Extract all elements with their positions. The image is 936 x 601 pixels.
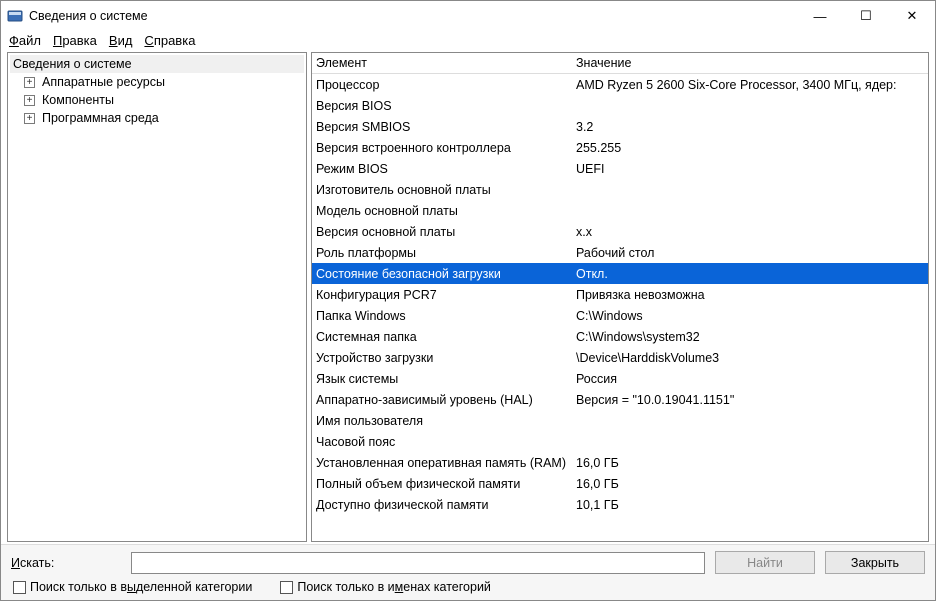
chk-selected-category-only[interactable]: Поиск только в выделенной категории — [13, 580, 252, 594]
window-title: Сведения о системе — [29, 9, 797, 23]
list-row[interactable]: Изготовитель основной платы — [312, 179, 928, 200]
tree-pane: Сведения о системе + Аппаратные ресурсы … — [7, 52, 307, 542]
list-row[interactable]: ПроцессорAMD Ryzen 5 2600 Six-Core Proce… — [312, 74, 928, 95]
list-row[interactable]: Состояние безопасной загрузкиОткл. — [312, 263, 928, 284]
cell-element: Изготовитель основной платы — [312, 183, 572, 197]
cell-value: 255.255 — [572, 141, 928, 155]
list-row[interactable]: Язык системыРоссия — [312, 368, 928, 389]
cell-element: Версия BIOS — [312, 99, 572, 113]
tree-item-components[interactable]: + Компоненты — [10, 91, 304, 109]
cell-element: Режим BIOS — [312, 162, 572, 176]
close-button[interactable]: ✕ — [889, 1, 935, 31]
titlebar: Сведения о системе — ☐ ✕ — [1, 1, 935, 31]
cell-value: 16,0 ГБ — [572, 456, 928, 470]
cell-value: UEFI — [572, 162, 928, 176]
cell-element: Версия SMBIOS — [312, 120, 572, 134]
tree-item-software-environment[interactable]: + Программная среда — [10, 109, 304, 127]
cell-value: x.x — [572, 225, 928, 239]
cell-element: Язык системы — [312, 372, 572, 386]
expand-icon[interactable]: + — [24, 95, 35, 106]
cell-element: Процессор — [312, 78, 572, 92]
expand-icon[interactable]: + — [24, 113, 35, 124]
tree-root-system-summary[interactable]: Сведения о системе — [10, 55, 304, 73]
details-header: Элемент Значение — [312, 53, 928, 74]
list-row[interactable]: Модель основной платы — [312, 200, 928, 221]
menu-file[interactable]: Файл — [9, 33, 41, 48]
tree: Сведения о системе + Аппаратные ресурсы … — [10, 55, 304, 127]
list-row[interactable]: Установленная оперативная память (RAM)16… — [312, 452, 928, 473]
minimize-button[interactable]: — — [797, 1, 843, 31]
search-input[interactable] — [131, 552, 705, 574]
cell-element: Установленная оперативная память (RAM) — [312, 456, 572, 470]
list-row[interactable]: Версия BIOS — [312, 95, 928, 116]
list-row[interactable]: Имя пользователя — [312, 410, 928, 431]
cell-value: 10,1 ГБ — [572, 498, 928, 512]
list-row[interactable]: Папка WindowsC:\Windows — [312, 305, 928, 326]
col-element[interactable]: Элемент — [312, 54, 572, 72]
list-row[interactable]: Режим BIOSUEFI — [312, 158, 928, 179]
details-list[interactable]: Элемент Значение ПроцессорAMD Ryzen 5 26… — [312, 53, 928, 541]
cell-element: Роль платформы — [312, 246, 572, 260]
search-options: Поиск только в выделенной категории Поис… — [11, 580, 925, 594]
expand-icon[interactable]: + — [24, 77, 35, 88]
close-search-button[interactable]: Закрыть — [825, 551, 925, 574]
cell-value: Откл. — [572, 267, 928, 281]
cell-value: C:\Windows\system32 — [572, 330, 928, 344]
list-row[interactable]: Конфигурация PCR7Привязка невозможна — [312, 284, 928, 305]
checkbox-icon — [280, 581, 293, 594]
search-label: Искать: — [11, 556, 121, 570]
window-controls: — ☐ ✕ — [797, 1, 935, 31]
tree-item-hardware-resources[interactable]: + Аппаратные ресурсы — [10, 73, 304, 91]
chk-category-names-only[interactable]: Поиск только в именах категорий — [280, 580, 491, 594]
cell-element: Часовой пояс — [312, 435, 572, 449]
cell-value: AMD Ryzen 5 2600 Six-Core Processor, 340… — [572, 78, 928, 92]
cell-element: Папка Windows — [312, 309, 572, 323]
footer: Искать: Найти Закрыть Поиск только в выд… — [1, 544, 935, 600]
list-row[interactable]: Роль платформыРабочий стол — [312, 242, 928, 263]
cell-value: 16,0 ГБ — [572, 477, 928, 491]
list-row[interactable]: Доступно физической памяти10,1 ГБ — [312, 494, 928, 515]
menu-help[interactable]: Справка — [144, 33, 195, 48]
checkbox-icon — [13, 581, 26, 594]
cell-element: Версия встроенного контроллера — [312, 141, 572, 155]
list-row[interactable]: Системная папкаC:\Windows\system32 — [312, 326, 928, 347]
cell-element: Конфигурация PCR7 — [312, 288, 572, 302]
cell-element: Состояние безопасной загрузки — [312, 267, 572, 281]
menu-view[interactable]: Вид — [109, 33, 133, 48]
cell-value: Версия = "10.0.19041.1151" — [572, 393, 928, 407]
maximize-button[interactable]: ☐ — [843, 1, 889, 31]
list-row[interactable]: Аппаратно-зависимый уровень (HAL)Версия … — [312, 389, 928, 410]
workspace: Сведения о системе + Аппаратные ресурсы … — [1, 52, 935, 544]
app-icon — [7, 8, 23, 24]
cell-value: 3.2 — [572, 120, 928, 134]
cell-value: Привязка невозможна — [572, 288, 928, 302]
cell-element: Устройство загрузки — [312, 351, 572, 365]
cell-element: Доступно физической памяти — [312, 498, 572, 512]
cell-value: Рабочий стол — [572, 246, 928, 260]
find-button[interactable]: Найти — [715, 551, 815, 574]
list-row[interactable]: Устройство загрузки\Device\HarddiskVolum… — [312, 347, 928, 368]
col-value[interactable]: Значение — [572, 54, 928, 72]
list-row[interactable]: Полный объем физической памяти16,0 ГБ — [312, 473, 928, 494]
menu-edit[interactable]: Правка — [53, 33, 97, 48]
cell-element: Модель основной платы — [312, 204, 572, 218]
cell-element: Имя пользователя — [312, 414, 572, 428]
list-row[interactable]: Часовой пояс — [312, 431, 928, 452]
list-row[interactable]: Версия SMBIOS3.2 — [312, 116, 928, 137]
cell-element: Версия основной платы — [312, 225, 572, 239]
details-pane: Элемент Значение ПроцессорAMD Ryzen 5 26… — [311, 52, 929, 542]
cell-value: C:\Windows — [572, 309, 928, 323]
search-row: Искать: Найти Закрыть — [11, 551, 925, 574]
menubar: Файл Правка Вид Справка — [1, 31, 935, 52]
cell-value: \Device\HarddiskVolume3 — [572, 351, 928, 365]
cell-value: Россия — [572, 372, 928, 386]
list-row[interactable]: Версия основной платыx.x — [312, 221, 928, 242]
cell-element: Аппаратно-зависимый уровень (HAL) — [312, 393, 572, 407]
cell-element: Полный объем физической памяти — [312, 477, 572, 491]
list-row[interactable]: Версия встроенного контроллера255.255 — [312, 137, 928, 158]
cell-element: Системная папка — [312, 330, 572, 344]
